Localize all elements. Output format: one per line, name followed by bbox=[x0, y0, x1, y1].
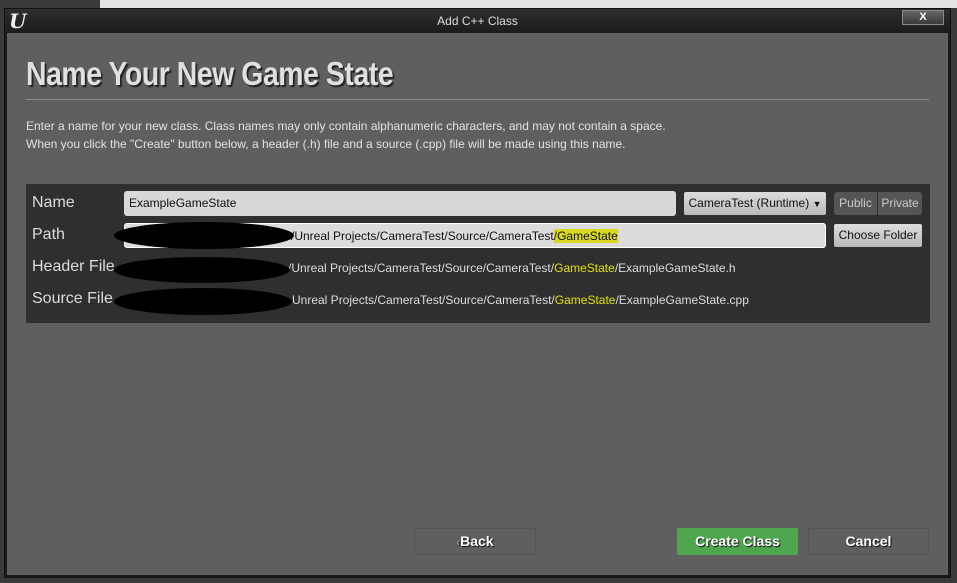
path-prefix: /Unreal Projects/CameraTest/Source/Camer… bbox=[291, 229, 554, 243]
add-class-dialog: U Add C++ Class X Name Your New Game Sta… bbox=[4, 8, 951, 578]
back-label: Back bbox=[460, 533, 494, 549]
create-class-button[interactable]: Create Class bbox=[677, 528, 798, 555]
page-title: Name Your New Game State bbox=[26, 55, 394, 92]
source-file-path: Unreal Projects/CameraTest/Source/Camera… bbox=[292, 293, 749, 307]
choose-folder-button[interactable]: Choose Folder bbox=[834, 224, 922, 247]
dialog-content: Name Your New Game State Enter a name fo… bbox=[7, 33, 948, 575]
divider bbox=[26, 99, 929, 100]
module-dropdown-value: CameraTest (Runtime) bbox=[688, 196, 810, 210]
source-prefix: Unreal Projects/CameraTest/Source/Camera… bbox=[292, 293, 555, 307]
name-label: Name bbox=[32, 194, 75, 211]
unreal-logo-icon: U bbox=[9, 9, 27, 33]
public-toggle[interactable]: Public bbox=[834, 192, 877, 215]
header-highlight: GameState bbox=[554, 261, 615, 275]
background-window bbox=[100, 0, 957, 8]
description-line: Enter a name for your new class. Class n… bbox=[26, 119, 666, 133]
name-input[interactable]: ExampleGameState bbox=[124, 191, 676, 216]
title-bar[interactable]: U Add C++ Class X bbox=[5, 9, 950, 33]
header-file-label: Header File bbox=[32, 258, 115, 275]
header-prefix: /Unreal Projects/CameraTest/Source/Camer… bbox=[288, 261, 555, 275]
path-label: Path bbox=[32, 226, 65, 243]
window-title: Add C++ Class bbox=[437, 14, 518, 28]
source-highlight: GameState bbox=[554, 293, 616, 307]
class-form-panel: Name ExampleGameState CameraTest (Runtim… bbox=[26, 184, 930, 323]
redaction-mark bbox=[114, 257, 290, 283]
back-button[interactable]: ‹Back bbox=[414, 528, 536, 555]
private-toggle[interactable]: Private bbox=[878, 192, 922, 215]
source-file-label: Source File bbox=[32, 290, 113, 307]
chevron-down-icon: ▼ bbox=[812, 199, 822, 209]
module-dropdown[interactable]: CameraTest (Runtime) ▼ bbox=[684, 192, 826, 215]
path-highlight: /GameState bbox=[553, 229, 618, 243]
header-suffix: /ExampleGameState.h bbox=[614, 261, 736, 275]
close-button[interactable]: X bbox=[902, 10, 944, 25]
redaction-mark bbox=[114, 222, 294, 249]
path-value: /Unreal Projects/CameraTest/Source/Camer… bbox=[291, 224, 618, 249]
source-suffix: /ExampleGameState.cpp bbox=[615, 293, 749, 307]
header-file-path: /Unreal Projects/CameraTest/Source/Camer… bbox=[288, 261, 736, 275]
cancel-button[interactable]: Cancel bbox=[808, 528, 929, 555]
redaction-mark bbox=[114, 288, 292, 315]
description-line: When you click the "Create" button below… bbox=[26, 137, 626, 151]
